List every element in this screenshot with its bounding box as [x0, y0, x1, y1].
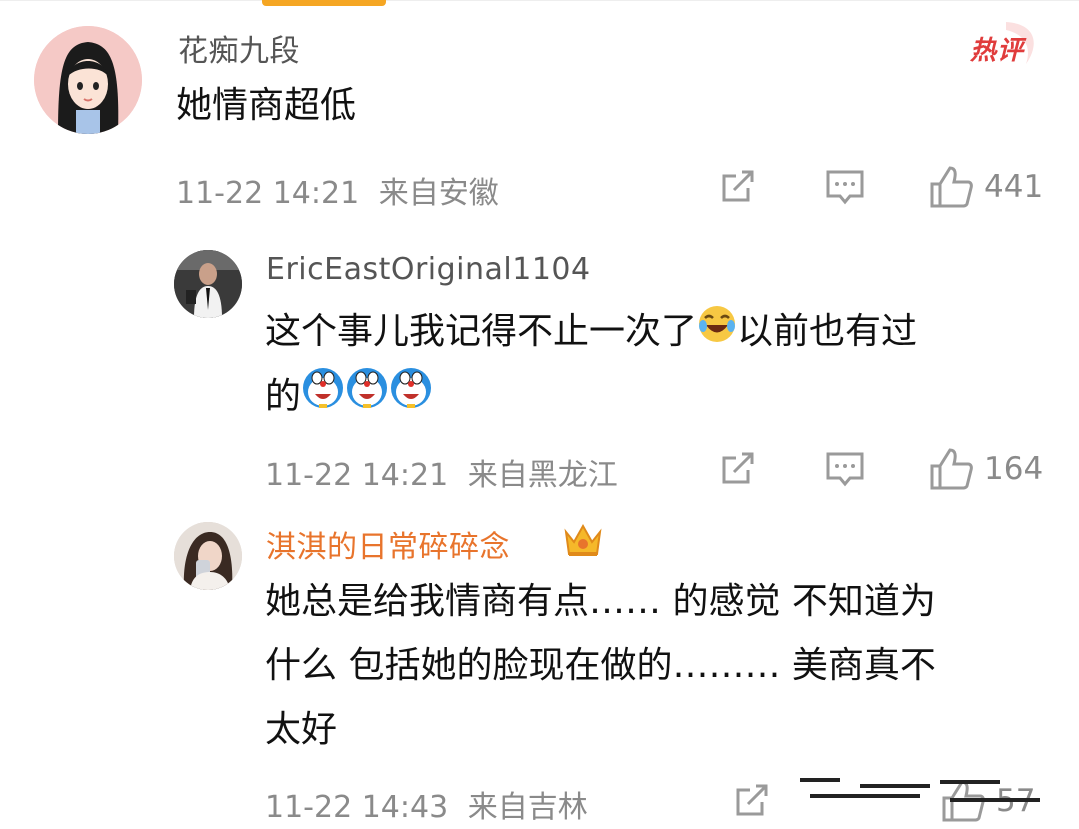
comment-location: 来自黑龙江: [467, 458, 618, 493]
comment-icon: [826, 452, 864, 487]
comment-line: 的: [265, 376, 302, 417]
hot-badge-label: 热评: [970, 36, 1025, 66]
like-button[interactable]: 164: [928, 446, 1043, 492]
comment-icon: [826, 170, 864, 205]
reply-button[interactable]: [824, 166, 866, 208]
comment-time: 11-22 14:21: [265, 458, 449, 493]
comment-location: 来自安徽: [378, 176, 499, 211]
render-artifact: [800, 772, 1060, 812]
share-icon: [722, 452, 754, 484]
comment-time: 11-22 14:43: [265, 790, 449, 825]
comment-content: 这个事儿我记得不止一次了 以前也有过 的: [265, 300, 917, 431]
crown-icon: [562, 520, 604, 564]
comment-location: 来自吉林: [467, 790, 588, 825]
avatar[interactable]: [34, 26, 142, 134]
share-icon: [736, 784, 768, 816]
doraemon-emoji: [389, 366, 433, 431]
comment-username[interactable]: 花痴九段: [178, 26, 300, 70]
reply-button[interactable]: [824, 448, 866, 490]
comment-time: 11-22 14:21: [176, 176, 360, 211]
like-icon: [930, 166, 973, 208]
avatar[interactable]: [174, 250, 242, 318]
share-button[interactable]: [718, 448, 758, 488]
comment-line: 什么 包括她的脸现在做的……… 美商真不: [265, 645, 936, 686]
hot-comment-badge: 热评: [966, 18, 1042, 68]
like-button[interactable]: 441: [928, 164, 1043, 210]
comment-line: 这个事儿我记得不止一次了: [265, 311, 698, 352]
comment-content: 她总是给我情商有点…… 的感觉 不知道为 什么 包括她的脸现在做的……… 美商真…: [265, 570, 936, 762]
like-icon: [930, 448, 973, 490]
comment-meta: 11-22 14:21 来自黑龙江: [265, 450, 618, 494]
comment-content: 她情商超低: [176, 74, 356, 138]
share-button[interactable]: [732, 780, 772, 820]
comment-username[interactable]: EricEastOriginal1104: [266, 252, 591, 287]
comment-meta: 11-22 14:21 来自安徽: [176, 168, 499, 212]
comment-line: 她总是给我情商有点…… 的感觉 不知道为: [265, 581, 936, 622]
like-count: 164: [984, 451, 1044, 487]
active-tab-indicator: [262, 0, 386, 6]
comment-line: 她情商超低: [176, 85, 357, 126]
comment-username[interactable]: 淇淇的日常碎碎念: [266, 522, 510, 566]
avatar[interactable]: [174, 522, 242, 590]
doraemon-emoji: [301, 366, 345, 431]
top-divider: [0, 0, 1079, 1]
comment-line: 太好: [265, 709, 338, 750]
laughing-emoji: [697, 301, 737, 365]
share-button[interactable]: [718, 166, 758, 206]
share-icon: [722, 170, 754, 202]
comment-meta: 11-22 14:43 来自吉林: [265, 782, 588, 826]
comment-line: 以前也有过: [737, 311, 918, 352]
like-count: 441: [984, 169, 1044, 205]
doraemon-emoji: [345, 366, 389, 431]
